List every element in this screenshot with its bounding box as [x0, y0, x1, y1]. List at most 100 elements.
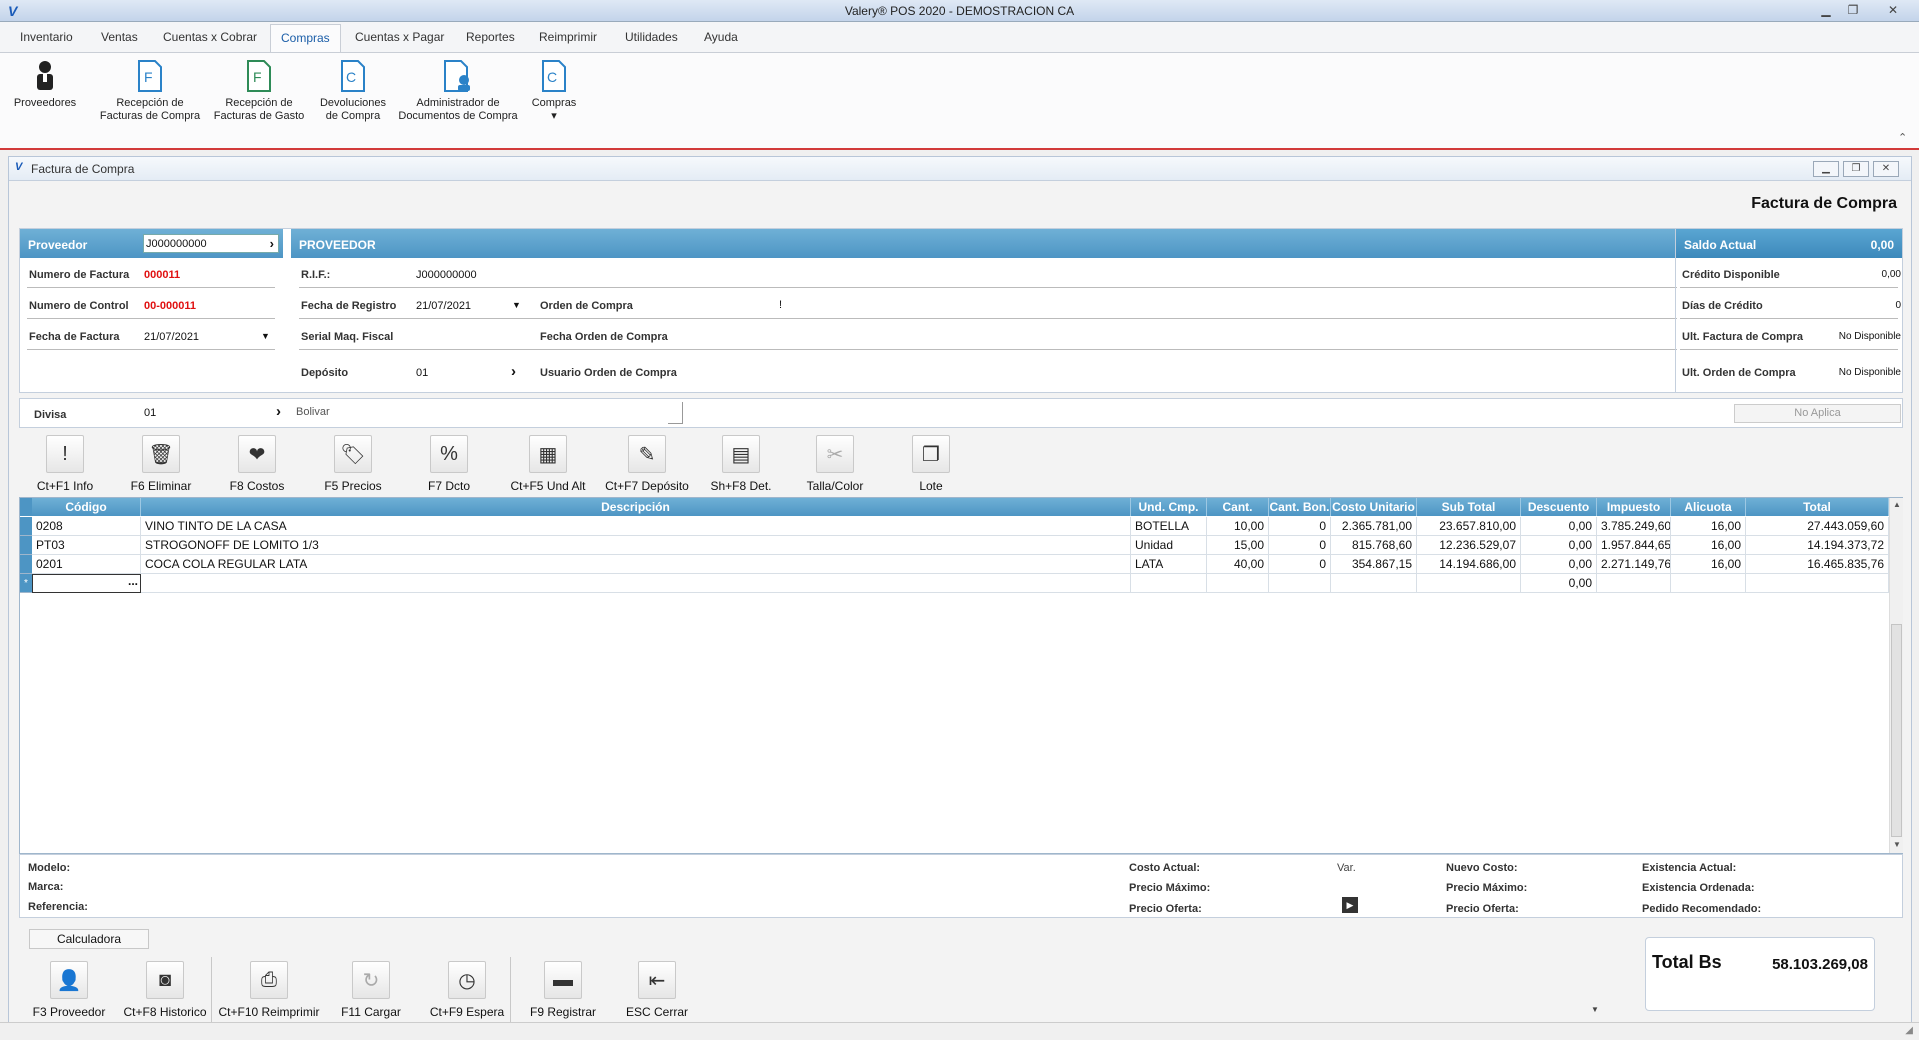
- cerrar-button[interactable]: ⇤ ESC Cerrar: [611, 961, 703, 1019]
- deposito-button[interactable]: ✎ Ct+F7 Depósito: [597, 435, 697, 493]
- menu-cuentas-cobrar[interactable]: Cuentas x Cobrar: [163, 30, 257, 44]
- ribbon-administrador-documentos-button[interactable]: Administrador de Documentos de Compra: [398, 59, 518, 123]
- register-icon: ▬: [544, 961, 582, 999]
- child-minimize-icon[interactable]: ▁: [1813, 161, 1839, 177]
- fecha-registro-value[interactable]: 21/07/2021: [416, 300, 471, 312]
- costos-button[interactable]: ❤ F8 Costos: [211, 435, 303, 493]
- ribbon-compras-button[interactable]: C Compras ▾: [522, 59, 586, 123]
- close-icon[interactable]: ✕: [1882, 2, 1904, 18]
- menu-bar: Inventario Ventas Cuentas x Cobrar Compr…: [0, 22, 1919, 52]
- item-info-panel: Modelo: Marca: Referencia: Costo Actual:…: [19, 854, 1903, 918]
- menu-reportes[interactable]: Reportes: [466, 30, 515, 44]
- vertical-scrollbar[interactable]: ▲ ▼: [1889, 498, 1903, 853]
- divisa-code[interactable]: 01: [144, 407, 156, 419]
- col-descripcion[interactable]: Descripción: [141, 498, 1131, 516]
- proveedor-code-input[interactable]: J000000000 ›: [143, 234, 279, 253]
- col-sub-total[interactable]: Sub Total: [1417, 498, 1521, 516]
- table-row[interactable]: 0201: [32, 555, 141, 574]
- dropdown-arrow-icon[interactable]: ▼: [261, 331, 270, 341]
- menu-ayuda[interactable]: Ayuda: [704, 30, 738, 44]
- ribbon-recepcion-facturas-compra-button[interactable]: F Recepción de Facturas de Compra: [95, 59, 205, 123]
- collapse-ribbon-icon[interactable]: ⌃: [1898, 131, 1907, 144]
- ribbon-recepcion-facturas-gasto-button[interactable]: F Recepción de Facturas de Gasto: [208, 59, 310, 123]
- lote-button[interactable]: ❐ Lote: [885, 435, 977, 493]
- dropdown-arrow-icon[interactable]: ▼: [512, 300, 521, 310]
- child-logo-icon: V: [15, 161, 23, 173]
- ribbon-devoluciones-compra-button[interactable]: C Devoluciones de Compra: [313, 59, 393, 123]
- reimprimir-button[interactable]: ⎙ Ct+F10 Reimprimir: [213, 961, 325, 1019]
- espera-button[interactable]: ◷ Ct+F9 Espera: [419, 961, 515, 1019]
- col-und-cmp[interactable]: Und. Cmp.: [1131, 498, 1207, 516]
- registrar-button[interactable]: ▬ F9 Registrar: [515, 961, 611, 1019]
- child-restore-icon[interactable]: ❐: [1843, 161, 1869, 177]
- new-row-marker[interactable]: *: [20, 574, 32, 593]
- col-impuesto[interactable]: Impuesto: [1597, 498, 1671, 516]
- return-document-icon: C: [337, 59, 369, 93]
- descuento-button[interactable]: % F7 Dcto: [403, 435, 495, 493]
- factura-compra-window: V Factura de Compra ▁ ❐ ✕ Factura de Com…: [8, 156, 1912, 1036]
- pen-icon: ✎: [628, 435, 666, 473]
- scroll-thumb[interactable]: [1891, 624, 1902, 837]
- new-code-input[interactable]: ...: [32, 574, 141, 593]
- menu-utilidades[interactable]: Utilidades: [625, 30, 678, 44]
- dropdown-arrow-icon[interactable]: ▼: [1591, 1005, 1599, 1014]
- maximize-icon[interactable]: ❐: [1842, 2, 1864, 18]
- num-factura-value[interactable]: 000011: [144, 269, 180, 281]
- window-title: Valery® POS 2020 - DEMOSTRACION CA: [844, 4, 1075, 18]
- col-codigo[interactable]: Código: [32, 498, 141, 516]
- ellipsis-icon[interactable]: ...: [128, 575, 138, 591]
- calculadora-button[interactable]: Calculadora: [29, 929, 149, 949]
- ribbon: Proveedores F Recepción de Facturas de Co…: [0, 52, 1919, 150]
- chevron-right-icon[interactable]: ›: [270, 236, 274, 251]
- child-close-icon[interactable]: ✕: [1873, 161, 1899, 177]
- talla-color-button[interactable]: ✂ Talla/Color: [789, 435, 881, 493]
- col-costo-unitario[interactable]: Costo Unitario: [1331, 498, 1417, 516]
- info-button[interactable]: ! Ct+F1 Info: [19, 435, 111, 493]
- exclamation-icon: !: [46, 435, 84, 473]
- deposito-value[interactable]: 01: [416, 367, 428, 379]
- play-icon[interactable]: ▶: [1342, 897, 1358, 913]
- detalle-button[interactable]: ▤ Sh+F8 Det.: [695, 435, 787, 493]
- minimize-icon[interactable]: ▁: [1815, 2, 1837, 18]
- document-manager-icon: [442, 59, 474, 93]
- menu-compras[interactable]: Compras: [270, 24, 341, 52]
- ribbon-proveedores-button[interactable]: Proveedores: [8, 59, 82, 110]
- col-cant[interactable]: Cant.: [1207, 498, 1269, 516]
- unidad-alterna-button[interactable]: ▦ Ct+F5 Und Alt: [499, 435, 597, 493]
- chevron-right-icon[interactable]: ›: [511, 363, 516, 380]
- history-icon: ◙: [146, 961, 184, 999]
- table-row[interactable]: PT03: [32, 536, 141, 555]
- precios-button[interactable]: 🏷 F5 Precios: [307, 435, 399, 493]
- trash-icon: 🗑: [142, 435, 180, 473]
- menu-inventario[interactable]: Inventario: [20, 30, 73, 44]
- heart-icon: ❤: [238, 435, 276, 473]
- resize-grip-icon[interactable]: ◢: [1905, 1025, 1913, 1036]
- col-total[interactable]: Total: [1746, 498, 1889, 516]
- items-grid: Código Descripción Und. Cmp. Cant. Cant.…: [19, 497, 1903, 854]
- col-cant-bon[interactable]: Cant. Bon.: [1269, 498, 1331, 516]
- menu-cuentas-pagar[interactable]: Cuentas x Pagar: [355, 30, 444, 44]
- total-box: Total Bs 58.103.269,08: [1645, 937, 1875, 1011]
- proveedor-detail-header: PROVEEDOR: [291, 229, 1684, 258]
- total-value: 58.103.269,08: [1772, 956, 1868, 973]
- cargar-button[interactable]: ↻ F11 Cargar: [325, 961, 417, 1019]
- col-alicuota[interactable]: Alicuota: [1671, 498, 1746, 516]
- copy-icon: ❐: [912, 435, 950, 473]
- eliminar-button[interactable]: 🗑 F6 Eliminar: [115, 435, 207, 493]
- scroll-down-icon[interactable]: ▼: [1893, 840, 1901, 849]
- historico-button[interactable]: ◙ Ct+F8 Historico: [115, 961, 215, 1019]
- col-descuento[interactable]: Descuento: [1521, 498, 1597, 516]
- table-row[interactable]: 0208: [32, 517, 141, 536]
- price-tag-icon: 🏷: [334, 435, 372, 473]
- person-icon: [29, 59, 61, 93]
- divisa-name: Bolivar: [296, 406, 330, 418]
- menu-reimprimir[interactable]: Reimprimir: [539, 30, 597, 44]
- menu-ventas[interactable]: Ventas: [101, 30, 138, 44]
- no-aplica-button[interactable]: No Aplica: [1734, 404, 1901, 423]
- orden-compra-cursor[interactable]: !: [779, 299, 782, 311]
- chevron-right-icon[interactable]: ›: [276, 403, 281, 420]
- proveedor-button[interactable]: 👤 F3 Proveedor: [23, 961, 115, 1019]
- num-control-value[interactable]: 00-000011: [144, 300, 196, 312]
- scroll-up-icon[interactable]: ▲: [1893, 500, 1901, 509]
- fecha-factura-value[interactable]: 21/07/2021: [144, 331, 199, 343]
